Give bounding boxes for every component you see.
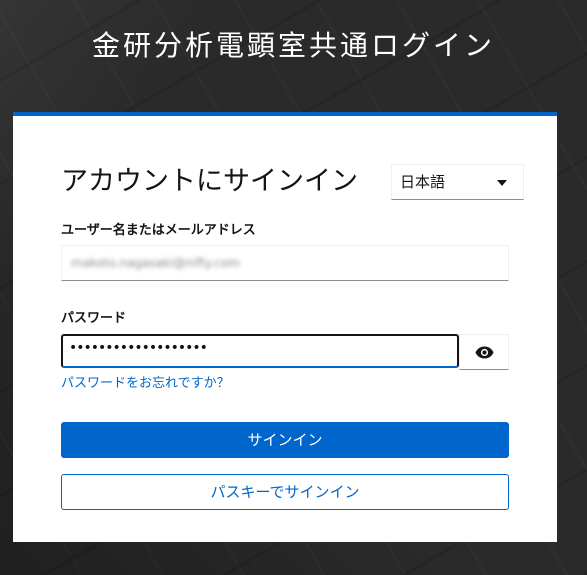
username-value: makoto.nagasaki@nifty.com (71, 256, 240, 270)
page-title: 金研分析電顕室共通ログイン (91, 29, 495, 62)
eye-icon (475, 346, 494, 359)
caret-down-icon (497, 180, 507, 186)
password-input[interactable]: ••••••••••••••••••• (61, 334, 459, 368)
password-label: パスワード (61, 311, 127, 326)
forgot-password-link[interactable]: パスワードをお忘れですか？ (61, 376, 230, 392)
username-label: ユーザー名またはメールアドレス (61, 223, 256, 238)
username-input[interactable]: makoto.nagasaki@nifty.com (61, 245, 509, 281)
signin-heading: アカウントにサインイン (61, 166, 358, 197)
language-selected-value: 日本語 (400, 173, 446, 191)
signin-button[interactable]: サインイン (61, 422, 509, 458)
language-select[interactable]: 日本語 (391, 164, 524, 200)
show-password-button[interactable] (459, 334, 509, 370)
login-card: アカウントにサインイン 日本語 ユーザー名またはメールアドレス makoto.n… (13, 112, 557, 542)
passkey-signin-button[interactable]: パスキーでサインイン (61, 474, 509, 510)
password-masked-value: ••••••••••••••••••• (69, 340, 208, 356)
